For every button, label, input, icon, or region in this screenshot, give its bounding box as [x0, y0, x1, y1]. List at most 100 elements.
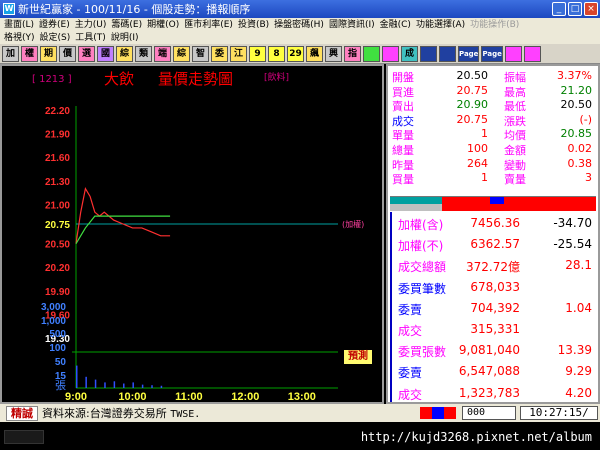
reference-label: (加權) — [342, 219, 364, 229]
menu-item-row1-1[interactable]: 證券(E) — [39, 19, 70, 31]
menu-item-row1-3[interactable]: 籌碼(E) — [111, 19, 142, 31]
menu-item-row1-6[interactable]: 投資(B) — [238, 19, 269, 31]
code-input[interactable]: 000 — [462, 406, 516, 420]
toolbar-button-19[interactable] — [363, 45, 380, 62]
toolbar-button-9[interactable]: 綜 — [173, 45, 190, 62]
quote-v2: 3.37% — [557, 69, 592, 82]
menu-item-row1-4[interactable]: 期權(O) — [147, 19, 179, 31]
menu-item-row2-0[interactable]: 格視(Y) — [4, 32, 35, 44]
quote-row: 賣出 20.90 最低 20.50 — [388, 98, 598, 114]
toolbar-button-23[interactable] — [439, 45, 456, 62]
menu-row-1: 畫面(L) 證券(E) 主力(U) 籌碼(E) 期權(O) 匯市利率(E) 投資(B) 操盤密… — [0, 18, 600, 31]
quote-l2: 最低 — [504, 100, 526, 114]
quote-v1: 20.75 — [456, 83, 489, 97]
toolbar-button-6[interactable]: 綜 — [116, 45, 133, 62]
quote-row: 開盤 20.50 振幅 3.37% — [388, 69, 598, 84]
quote-v2: 3 — [585, 171, 592, 185]
toolbar-button-10[interactable]: 智 — [192, 45, 209, 62]
quote-v2: 0.02 — [567, 142, 593, 155]
menu-item-row1-11[interactable]: 功能操作(B) — [470, 19, 519, 31]
chart-panel: 22.20 21.90 21.60 21.30 21.00 20.75 20.50 20.20… — [0, 64, 384, 404]
taskbar-button[interactable] — [4, 430, 44, 444]
toolbar-button-1[interactable]: 權 — [21, 45, 38, 62]
price-tick-label: 21.60 — [45, 153, 70, 164]
maximize-icon[interactable]: □ — [568, 2, 582, 16]
toolbar-button-13[interactable]: 9 — [249, 45, 266, 62]
toolbar-button-16[interactable]: 飆 — [306, 45, 323, 62]
menu-item-row1-9[interactable]: 金融(C) — [380, 19, 411, 31]
index-change: -25.54 — [553, 237, 592, 252]
bar-segment — [390, 197, 442, 204]
menu-item-row1-10[interactable]: 功能選擇(A) — [416, 19, 465, 31]
toolbar-button-20[interactable] — [382, 45, 399, 62]
menu-item-row2-2[interactable]: 工具(T) — [75, 32, 106, 44]
menu-item-row1-0[interactable]: 畫面(L) — [4, 19, 34, 31]
toolbar-button-25[interactable]: Page — [481, 45, 503, 62]
toolbar-button-21[interactable]: 成 — [401, 45, 418, 62]
toolbar-button-15[interactable]: 29 — [287, 45, 304, 62]
toolbar-button-26[interactable] — [504, 45, 522, 62]
index-label: 成交 — [398, 324, 423, 338]
toolbar-button-2[interactable]: 期 — [40, 45, 57, 62]
status-indicator — [420, 407, 460, 419]
app-icon: W — [3, 3, 15, 15]
toolbar-button-11[interactable]: 委 — [211, 45, 228, 62]
quote-l1: 開盤 — [392, 71, 414, 84]
volume-tick-label: 100 — [49, 343, 66, 354]
bar-segment — [442, 197, 596, 211]
bar-segment — [390, 204, 442, 211]
index-value: 1,323,783 — [458, 385, 520, 400]
quote-v2: 0.38 — [567, 156, 593, 170]
quote-v2: 20.50 — [560, 98, 593, 112]
volume-tick-label: 500 — [49, 329, 66, 340]
quote-l2: 金額 — [504, 144, 526, 157]
toolbar-button-4[interactable]: 選 — [78, 45, 95, 62]
quote-l2: 賣量 — [504, 173, 526, 187]
index-change: 13.39 — [557, 343, 592, 358]
window-title: 新世紀贏家 - 100/11/16 - 個股走勢：播報順序 — [18, 3, 251, 16]
toolbar-button-14[interactable]: 8 — [268, 45, 285, 62]
status-tag[interactable]: 精誠 — [6, 405, 38, 421]
menu-item-row1-2[interactable]: 主力(U) — [75, 19, 107, 31]
menu-item-row1-5[interactable]: 匯市利率(E) — [184, 19, 233, 31]
menu-item-row2-3[interactable]: 說明(I) — [111, 32, 139, 44]
toolbar-button-18[interactable]: 指 — [344, 45, 361, 62]
quote-v1: 1 — [481, 171, 488, 185]
clock: 10:27:15/ — [520, 406, 598, 420]
volume-bar — [151, 385, 153, 388]
toolbar-button-12[interactable]: 江 — [230, 45, 247, 62]
close-icon[interactable]: × — [584, 2, 598, 16]
minimize-icon[interactable]: _ — [552, 2, 566, 16]
toolbar-button-7[interactable]: 類 — [135, 45, 152, 62]
quote-l1: 昨量 — [392, 158, 414, 172]
toolbar-button-24[interactable]: Page — [458, 45, 480, 62]
toolbar-button-27[interactable] — [523, 45, 541, 62]
quote-row: 買進 20.75 最高 21.20 — [388, 83, 598, 99]
price-tick-label: 22.20 — [45, 106, 70, 117]
toolbar-button-22[interactable] — [420, 45, 437, 62]
toolbar-button-5[interactable]: 國 — [97, 45, 114, 62]
quote-v1: 20.50 — [456, 69, 489, 82]
toolbar-button-0[interactable]: 加 — [2, 45, 19, 62]
status-bar: 精誠 資料來源:台灣證券交易所 TWSE. 000 10:27:15/ — [0, 404, 600, 422]
toolbar-button-8[interactable]: 端 — [154, 45, 171, 62]
index-change: 4.20 — [565, 385, 592, 400]
menu-item-row1-8[interactable]: 國際資訊(I) — [329, 19, 375, 31]
index-label: 委賣 — [398, 302, 423, 317]
menu-item-row2-1[interactable]: 設定(S) — [40, 32, 71, 44]
quote-panel: 開盤 20.50 振幅 3.37% 買進 20.75 最高 21.20 賣出 20.90 最低 20.… — [386, 64, 600, 404]
index-row: 成交 1,323,783 4.20 — [388, 384, 598, 404]
stock-name: 大飲 — [104, 70, 135, 88]
index-row: 加權(不) 6362.57 -25.54 — [388, 235, 598, 255]
volume-bar — [94, 379, 97, 388]
price-volume-chart: 22.20 21.90 21.60 21.30 21.00 20.75 20.50 20.20… — [41, 106, 364, 402]
window-controls: _ □ × — [552, 2, 598, 16]
toolbar-button-17[interactable]: 興 — [325, 45, 342, 62]
index-row: 委買張數 9,081,040 13.39 — [388, 341, 598, 361]
toolbar-button-3[interactable]: 價 — [59, 45, 76, 62]
volume-bar — [141, 384, 144, 388]
menu-bar: 畫面(L) 證券(E) 主力(U) 籌碼(E) 期權(O) 匯市利率(E) 投資(B) 操盤密… — [0, 18, 600, 44]
index-label: 加權(含) — [398, 218, 444, 232]
forecast-badge[interactable]: 預測 — [344, 350, 372, 364]
menu-item-row1-7[interactable]: 操盤密碼(H) — [274, 19, 324, 31]
